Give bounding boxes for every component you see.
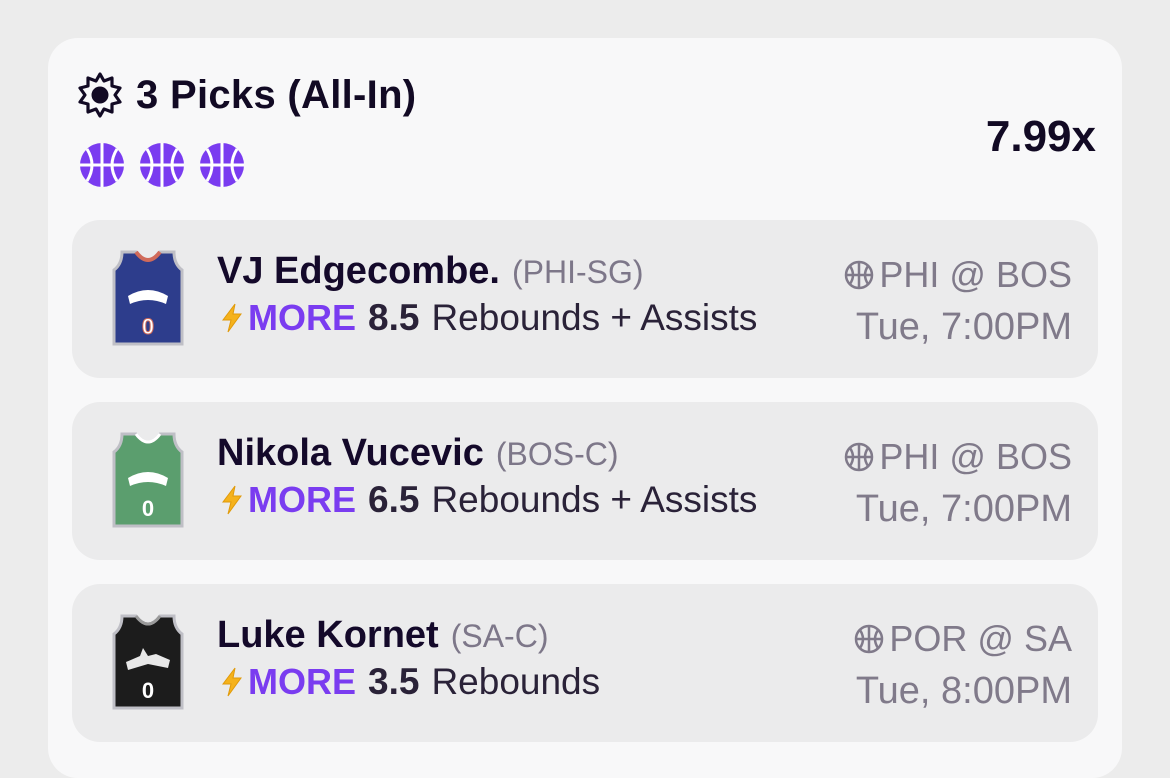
matchup: PHI @ BOS — [843, 436, 1072, 478]
player-line: Nikola Vucevic (BOS-C) — [217, 432, 619, 475]
matchup: POR @ SA — [853, 618, 1072, 660]
direction-label[interactable]: MORE — [248, 661, 356, 703]
bolt-icon — [222, 303, 242, 333]
parlay-title: 3 Picks (All-In) — [136, 72, 417, 117]
basketball-icon — [138, 141, 186, 189]
pick-row[interactable]: 0 VJ Edgecombe. (PHI-SG) MORE 8.5 Reboun… — [72, 220, 1098, 378]
jersey-icon: 0 — [112, 614, 184, 710]
projection-line[interactable]: MORE 6.5 Rebounds + Assists — [220, 479, 757, 521]
team-position: (PHI-SG) — [511, 254, 644, 290]
line-value: 6.5 — [368, 479, 420, 520]
game-time: Tue, 7:00PM — [855, 488, 1072, 530]
matchup: PHI @ BOS — [843, 254, 1072, 296]
game-info: PHI @ BOS Tue, 7:00PM — [843, 436, 1072, 531]
matchup-text: POR @ SA — [889, 618, 1072, 659]
pick-row[interactable]: 0 Luke Kornet (SA-C) MORE 3.5 Rebounds P… — [72, 584, 1098, 742]
stat-type: Rebounds — [431, 661, 601, 702]
basketball-icon — [855, 624, 884, 654]
basketball-icon — [78, 141, 126, 189]
sun-burst-icon — [78, 72, 122, 118]
basketball-icon — [845, 442, 874, 472]
player-line: VJ Edgecombe. (PHI-SG) — [217, 250, 644, 293]
payout-multiplier: 7.99x — [985, 112, 1096, 161]
basketball-icon — [845, 260, 874, 290]
team-position: (BOS-C) — [495, 436, 619, 472]
matchup-text: PHI @ BOS — [879, 254, 1072, 295]
game-time: Tue, 8:00PM — [855, 670, 1072, 712]
bolt-icon — [222, 667, 242, 697]
svg-text:0: 0 — [142, 314, 154, 339]
stat-type: Rebounds + Assists — [431, 479, 758, 520]
basketball-icon — [198, 141, 246, 189]
game-info: POR @ SA Tue, 8:00PM — [853, 618, 1072, 713]
line-value: 3.5 — [368, 661, 420, 702]
jersey-icon: 0 — [112, 432, 184, 528]
matchup-text: PHI @ BOS — [879, 436, 1072, 477]
game-info: PHI @ BOS Tue, 7:00PM — [843, 254, 1072, 349]
projection-line[interactable]: MORE 8.5 Rebounds + Assists — [220, 297, 757, 339]
parlay-header: 3 Picks (All-In) — [76, 72, 416, 118]
svg-text:0: 0 — [142, 496, 154, 521]
jersey-icon: 0 — [112, 250, 184, 346]
stat-type: Rebounds + Assists — [431, 297, 758, 338]
direction-label[interactable]: MORE — [248, 479, 356, 521]
player-line: Luke Kornet (SA-C) — [217, 614, 548, 657]
projection-line[interactable]: MORE 3.5 Rebounds — [220, 661, 600, 703]
team-position: (SA-C) — [450, 618, 549, 654]
pick-row[interactable]: 0 Nikola Vucevic (BOS-C) MORE 6.5 Reboun… — [72, 402, 1098, 560]
game-time: Tue, 7:00PM — [855, 306, 1072, 348]
svg-text:0: 0 — [142, 678, 154, 703]
line-value: 8.5 — [368, 297, 420, 338]
bolt-icon — [222, 485, 242, 515]
player-name: Nikola Vucevic — [217, 432, 484, 474]
direction-label[interactable]: MORE — [248, 297, 356, 339]
player-name: Luke Kornet — [217, 614, 439, 656]
parlay-card[interactable]: 3 Picks (All-In) 7.99x 0 VJ Edgecombe. (… — [48, 38, 1122, 778]
player-name: VJ Edgecombe. — [217, 250, 500, 292]
sport-icons — [78, 141, 246, 189]
